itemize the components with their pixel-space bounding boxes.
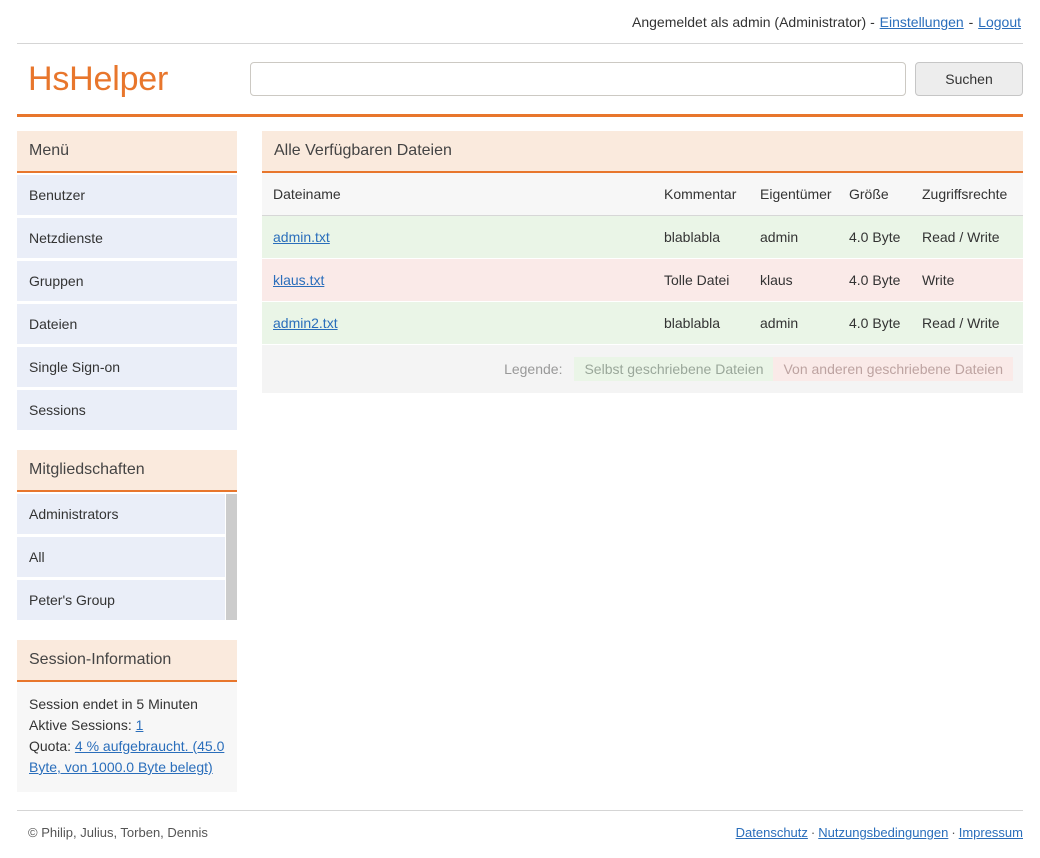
cell-size: 4.0 Byte (839, 258, 912, 302)
session-info-body: Session endet in 5 Minuten Aktive Sessio… (17, 682, 237, 792)
cell-comment: Tolle Datei (654, 258, 750, 302)
legend-chip-own: Selbst geschriebene Dateien (574, 357, 774, 381)
sidebar-item-dateien[interactable]: Dateien (17, 304, 237, 344)
top-user-bar: Angemeldet als admin (Administrator) - E… (0, 0, 1040, 43)
logout-link[interactable]: Logout (978, 14, 1021, 30)
sidebar-item-single-sign-on[interactable]: Single Sign-on (17, 347, 237, 387)
quota-label: Quota: (29, 738, 75, 754)
sidebar: Menü Benutzer Netzdienste Gruppen Dateie… (17, 131, 237, 812)
files-table-header-row: Dateiname Kommentar Eigentümer Größe Zug… (262, 173, 1023, 216)
footer-link-nutzungsbedingungen[interactable]: Nutzungsbedingungen (818, 825, 948, 840)
column-header-groesse[interactable]: Größe (839, 173, 912, 216)
footer-separator-2: · (951, 825, 956, 840)
session-info-panel: Session-Information Session endet in 5 M… (17, 640, 237, 792)
quota-row: Quota: 4 % aufgebraucht. (45.0 Byte, von… (29, 736, 225, 778)
cell-filename: klaus.txt (262, 258, 654, 302)
footer-links: Datenschutz · Nutzungsbedingungen · Impressu… (736, 825, 1023, 840)
memberships-list: Administrators All Peter's Group (17, 494, 225, 620)
memberships-scroll-area: Administrators All Peter's Group (17, 492, 237, 620)
cell-size: 4.0 Byte (839, 301, 912, 345)
cell-comment: blablabla (654, 215, 750, 259)
footer-link-impressum[interactable]: Impressum (959, 825, 1023, 840)
footer-copyright: © Philip, Julius, Torben, Dennis (28, 825, 208, 840)
memberships-panel-title: Mitgliedschaften (17, 450, 237, 492)
file-link[interactable]: admin.txt (273, 229, 330, 245)
cell-filename: admin2.txt (262, 301, 654, 345)
footer-separator-1: · (810, 825, 816, 840)
active-sessions-label: Aktive Sessions: (29, 717, 136, 733)
search-input[interactable] (250, 62, 906, 96)
sidebar-item-benutzer[interactable]: Benutzer (17, 175, 237, 215)
sidebar-item-sessions[interactable]: Sessions (17, 390, 237, 430)
files-table-body: admin.txt blablabla admin 4.0 Byte Read … (262, 215, 1023, 345)
cell-rights: Read / Write (912, 215, 1023, 259)
menu-panel: Menü Benutzer Netzdienste Gruppen Dateie… (17, 131, 237, 430)
topbar-separator: - (964, 13, 978, 30)
table-row: klaus.txt Tolle Datei klaus 4.0 Byte Wri… (262, 258, 1023, 302)
file-link[interactable]: klaus.txt (273, 272, 324, 288)
legend-chip-other: Von anderen geschriebene Dateien (773, 357, 1013, 381)
app-logo[interactable]: HsHelper (17, 60, 250, 99)
memberships-scrollbar-thumb[interactable] (226, 494, 237, 620)
cell-owner: admin (750, 301, 839, 345)
membership-item-peters-group[interactable]: Peter's Group (17, 580, 225, 620)
search-button[interactable]: Suchen (915, 62, 1023, 96)
cell-rights: Write (912, 258, 1023, 302)
page-layout: Menü Benutzer Netzdienste Gruppen Dateie… (0, 117, 1040, 812)
brand-search-bar: HsHelper Suchen (0, 44, 1040, 114)
active-sessions-link[interactable]: 1 (136, 717, 144, 733)
file-link[interactable]: admin2.txt (273, 315, 338, 331)
login-status: Angemeldet als admin (Administrator) - E… (632, 14, 1022, 30)
memberships-panel: Mitgliedschaften Administrators All Pete… (17, 450, 237, 620)
cell-rights: Read / Write (912, 301, 1023, 345)
column-header-dateiname[interactable]: Dateiname (262, 173, 654, 216)
session-info-title: Session-Information (17, 640, 237, 682)
memberships-scrollbar-track[interactable] (226, 494, 237, 620)
session-expiry-text: Session endet in 5 Minuten (29, 696, 198, 712)
menu-list: Benutzer Netzdienste Gruppen Dateien Sin… (17, 175, 237, 430)
column-header-kommentar[interactable]: Kommentar (654, 173, 750, 216)
cell-size: 4.0 Byte (839, 215, 912, 259)
cell-comment: blablabla (654, 301, 750, 345)
legend-label: Legende: (504, 361, 563, 377)
settings-link[interactable]: Einstellungen (880, 14, 964, 30)
column-header-zugriffsrechte[interactable]: Zugriffsrechte (912, 173, 1023, 216)
files-panel-title: Alle Verfügbaren Dateien (262, 131, 1023, 173)
membership-item-all[interactable]: All (17, 537, 225, 577)
footer-row: © Philip, Julius, Torben, Dennis Datensc… (0, 825, 1040, 840)
cell-owner: klaus (750, 258, 839, 302)
table-row: admin.txt blablabla admin 4.0 Byte Read … (262, 215, 1023, 259)
page-footer: © Philip, Julius, Torben, Dennis Datensc… (0, 810, 1040, 840)
main-content: Alle Verfügbaren Dateien Dateiname Komme… (262, 131, 1023, 393)
files-panel: Alle Verfügbaren Dateien Dateiname Komme… (262, 131, 1023, 393)
footer-link-datenschutz[interactable]: Datenschutz (736, 825, 808, 840)
login-status-text: Angemeldet als admin (Administrator) - (632, 13, 879, 30)
search-form: Suchen (250, 62, 1023, 96)
legend-bar: Legende: Selbst geschriebene Dateien Von a… (262, 345, 1023, 393)
active-sessions-row: Aktive Sessions: 1 (29, 715, 225, 736)
cell-owner: admin (750, 215, 839, 259)
sidebar-item-gruppen[interactable]: Gruppen (17, 261, 237, 301)
column-header-eigentuemer[interactable]: Eigentümer (750, 173, 839, 216)
files-table-head: Dateiname Kommentar Eigentümer Größe Zug… (262, 173, 1023, 216)
footer-divider (17, 810, 1023, 811)
menu-panel-title: Menü (17, 131, 237, 173)
membership-item-administrators[interactable]: Administrators (17, 494, 225, 534)
sidebar-item-netzdienste[interactable]: Netzdienste (17, 218, 237, 258)
table-row: admin2.txt blablabla admin 4.0 Byte Read… (262, 301, 1023, 345)
files-table: Dateiname Kommentar Eigentümer Größe Zug… (262, 173, 1023, 345)
cell-filename: admin.txt (262, 215, 654, 259)
